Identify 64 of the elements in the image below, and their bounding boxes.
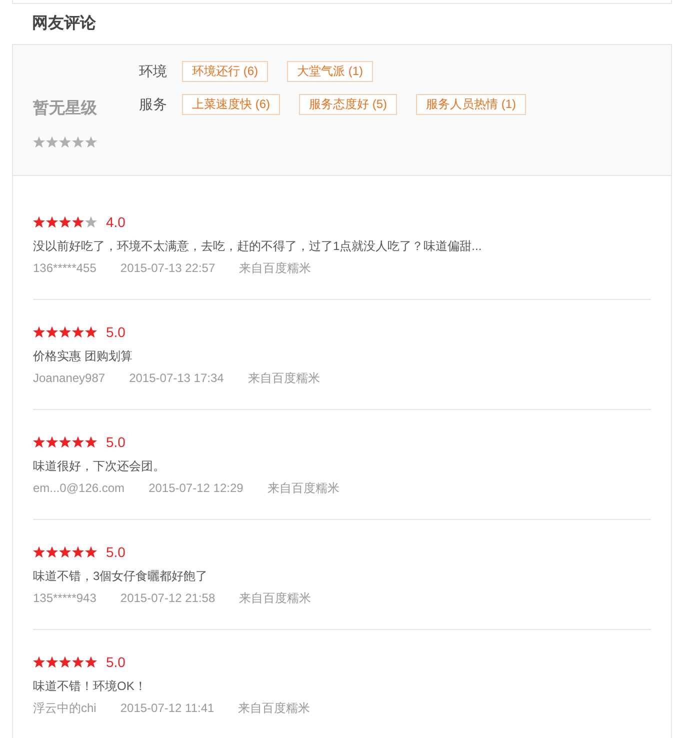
rating-text: 暂无星级 [33,99,98,119]
review-text: 味道不错，3個女仔食曬都好飽了 [33,568,209,585]
tag-link[interactable]: 环境还行 (6) [182,61,268,82]
review-source: 来自百度糯米 [239,590,312,607]
star-icon [85,436,97,448]
review-user: 浮云中的chi [33,700,96,717]
star-icon [59,326,71,338]
review-user: 136*****455 [33,260,96,277]
review-user: 135*****943 [33,590,96,607]
tag-link[interactable]: 服务人员热情 (1) [416,94,526,115]
review-source: 来自百度糯米 [248,370,320,387]
rating-score: 4.0 [106,214,126,230]
rating-score: 5.0 [106,544,126,560]
review-user: em...0@126.com [33,480,125,497]
star-icon [33,326,45,338]
rating-score: 5.0 [106,324,126,340]
review-time: 2015-07-12 11:41 [120,700,214,717]
star-icon [72,326,84,338]
star-icon [59,656,71,668]
star-icon [85,656,97,668]
star-icon [85,216,97,228]
star-icon [59,216,71,228]
star-icon [46,216,58,228]
tag-group-label: 环境 [139,62,167,80]
tag-group-label: 服务 [139,96,167,114]
star-icon [33,136,45,148]
tag-link[interactable]: 大堂气派 (1) [287,61,373,82]
review-text: 味道不错！环境OK！ [33,678,148,695]
review-source: 来自百度糯米 [239,260,312,277]
review-time: 2015-07-13 22:57 [120,260,216,277]
star-icon [85,546,97,558]
review-text: 价格实惠 团购划算 [33,348,134,365]
star-icon [85,326,97,338]
star-icon [72,436,84,448]
star-icon [33,216,45,228]
star-icon [46,656,58,668]
review-time: 2015-07-12 12:29 [148,480,244,497]
star-icon [46,136,58,148]
review-text: 没以前好吃了，环境不太满意，去吃，赶的不得了，过了1点就没人吃了？味道偏甜... [33,238,483,255]
star-icon [59,546,71,558]
star-icon [46,436,58,448]
star-icon [85,136,97,148]
review-time: 2015-07-13 17:34 [129,370,224,387]
star-icon [72,216,84,228]
tag-link[interactable]: 服务态度好 (5) [299,94,397,115]
tag-link[interactable]: 上菜速度快 (6) [182,94,280,115]
star-icon [33,656,45,668]
rating-score: 5.0 [106,654,126,670]
review-source: 来自百度糯米 [267,480,340,497]
star-icon [72,546,84,558]
rating-score: 5.0 [106,434,126,450]
star-icon [46,546,58,558]
star-icon [33,436,45,448]
section-title: 网友评论 [32,14,97,34]
star-icon [59,136,71,148]
star-icon [72,656,84,668]
star-icon [59,436,71,448]
review-source: 来自百度糯米 [238,700,310,717]
star-icon [46,326,58,338]
review-time: 2015-07-12 21:58 [120,590,216,607]
review-user: Joananey987 [33,370,106,387]
star-icon [33,546,45,558]
star-icon [72,136,84,148]
review-text: 味道很好，下次还会团。 [33,458,166,475]
